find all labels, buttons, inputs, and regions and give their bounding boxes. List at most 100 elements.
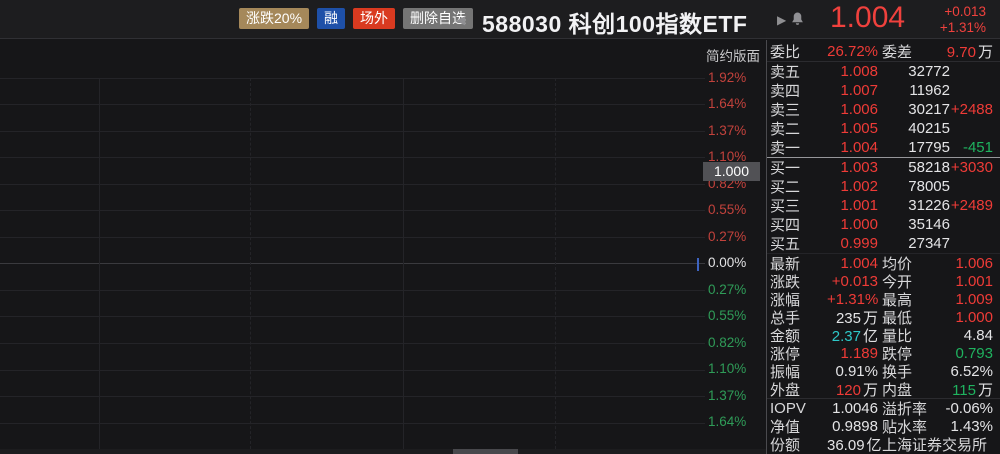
value: 1.006 [955,254,993,272]
otc-badge[interactable]: 场外 [353,8,396,29]
ask-row-4[interactable]: 卖四 1.007 11962 [767,81,1000,100]
quote-panel: 委比 26.72% 委差 9.70 万 卖五 1.008 32772 卖四 1.0… [766,40,1000,454]
bid-price: 1.003 [840,159,878,176]
value: 0.9898 [832,417,878,435]
bid-price: 1.002 [840,178,878,195]
gridline [0,396,705,397]
top-bar: 涨跌20% 融 场外 删除自选 ◀ 588030 科创100指数ETF ▶ 1.… [0,0,1000,39]
value: 115 [952,381,976,399]
axis-tick: 1.92% [708,70,747,85]
axis-tick: 1.37% [708,388,747,403]
scrollbar-thumb[interactable] [453,449,518,454]
stat-row-volume: 总手 235 万 最低 1.000 [767,308,1000,327]
axis-tick: 0.55% [708,308,747,323]
value: 1.000 [955,308,993,326]
last-price: 1.004 [830,1,906,34]
label: 外盘 [770,381,801,399]
gridline [0,210,705,211]
bid-row-5[interactable]: 买五 0.999 27347 [767,234,1000,253]
value: 2.37 [831,327,861,345]
gridline [0,131,705,132]
zero-line [0,263,705,264]
bid-diff: +2489 [950,197,993,214]
ask-row-5[interactable]: 卖五 1.008 32772 [767,62,1000,81]
ask-price: 1.008 [840,63,878,80]
stat-row-iopv: IOPV 1.0046 溢折率 -0.06% [767,399,1000,418]
stat-row-lots: 外盘 120 万 内盘 115 万 [767,380,1000,399]
stock-title: 588030 科创100指数ETF [482,11,748,37]
next-stock-arrow-icon[interactable]: ▶ [777,13,786,27]
prev-stock-arrow-icon[interactable]: ◀ [456,13,465,27]
bid-row-2[interactable]: 买二 1.002 78005 [767,177,1000,196]
value: 36.09 [827,436,865,454]
ask-volume: 40215 [908,120,950,137]
label: 买二 [770,179,801,196]
axis-tick: 1.64% [708,96,747,111]
label: 内盘 [882,381,913,399]
bid-price: 0.999 [840,235,878,252]
alert-bell-icon[interactable] [791,12,804,31]
stat-row-change: 涨跌 +0.013 今开 1.001 [767,272,1000,291]
exchange-label: 上海证券交易所 [882,436,988,454]
axis-price-tooltip: 1.000 [703,162,760,181]
value: 1.43% [950,417,993,435]
label: 买五 [770,236,801,253]
gridline [0,237,705,238]
time-gridline [99,78,100,449]
bid-volume: 27347 [908,235,950,252]
price-change: +0.013 [944,4,986,19]
badge-group: 涨跌20% 融 场外 删除自选 [239,8,474,29]
commission-ratio-row: 委比 26.72% 委差 9.70 万 [770,43,993,61]
label: 卖一 [770,140,801,157]
value: +1.31% [827,290,879,308]
simple-layout-link[interactable]: 简约版面 [706,45,760,65]
value: 1.189 [840,344,878,362]
label: 委比 [770,44,801,61]
label: 买三 [770,198,801,215]
label: 卖四 [770,83,801,100]
value: -0.06% [945,399,993,417]
gridline [0,370,705,371]
value: 0.91% [835,362,878,380]
intraday-chart[interactable]: 1.92% 1.64% 1.37% 1.10% 0.82% 0.55% 0.27… [0,40,766,454]
value: 1.001 [955,272,993,290]
ask-volume: 32772 [908,63,950,80]
ask-volume: 11962 [909,82,950,99]
price-change-block: +0.013 +1.31% [928,4,986,36]
bid-row-4[interactable]: 买四 1.000 35146 [767,215,1000,234]
bid-row-3[interactable]: 买三 1.001 31226 +2489 [767,196,1000,215]
bid-volume: 78005 [908,178,950,195]
time-gridline [555,78,556,449]
axis-tick: 1.64% [708,414,747,429]
stat-row-amplitude: 振幅 0.91% 换手 6.52% [767,362,1000,381]
label: IOPV [770,399,806,417]
time-gridline [250,78,251,449]
gridline [0,104,705,105]
ask-diff: +2488 [950,101,993,118]
gridline [0,423,705,424]
bid-row-1[interactable]: 买一 1.003 58218 +3030 [767,158,1000,177]
ask-row-2[interactable]: 卖二 1.005 40215 [767,119,1000,138]
ask-row-1[interactable]: 卖一 1.004 17795 -451 [767,138,1000,157]
label: 卖二 [770,121,801,138]
stat-row-shares: 份额 36.09 亿 上海证券交易所 [767,435,1000,454]
horizontal-scrollbar[interactable] [0,449,766,454]
bid-volume: 58218 [908,159,950,176]
value: 6.52% [950,362,993,380]
label: 卖五 [770,64,801,81]
gridline [0,78,705,79]
value: 1.004 [840,254,878,272]
axis-tick: 0.27% [708,229,747,244]
stat-row-nav: 净值 0.9898 贴水率 1.43% [767,417,1000,436]
limit-20pct-badge[interactable]: 涨跌20% [239,8,310,29]
stat-row-latest: 最新 1.004 均价 1.006 [767,254,1000,273]
margin-badge[interactable]: 融 [317,8,346,29]
ask-row-3[interactable]: 卖三 1.006 30217 +2488 [767,100,1000,119]
axis-tick: 0.82% [708,335,747,350]
ask-price: 1.007 [840,82,878,99]
label: 卖三 [770,102,801,119]
axis-tick: 0.55% [708,202,747,217]
time-gridline [403,78,404,449]
gridline [0,343,705,344]
price-change-pct: +1.31% [939,20,986,35]
